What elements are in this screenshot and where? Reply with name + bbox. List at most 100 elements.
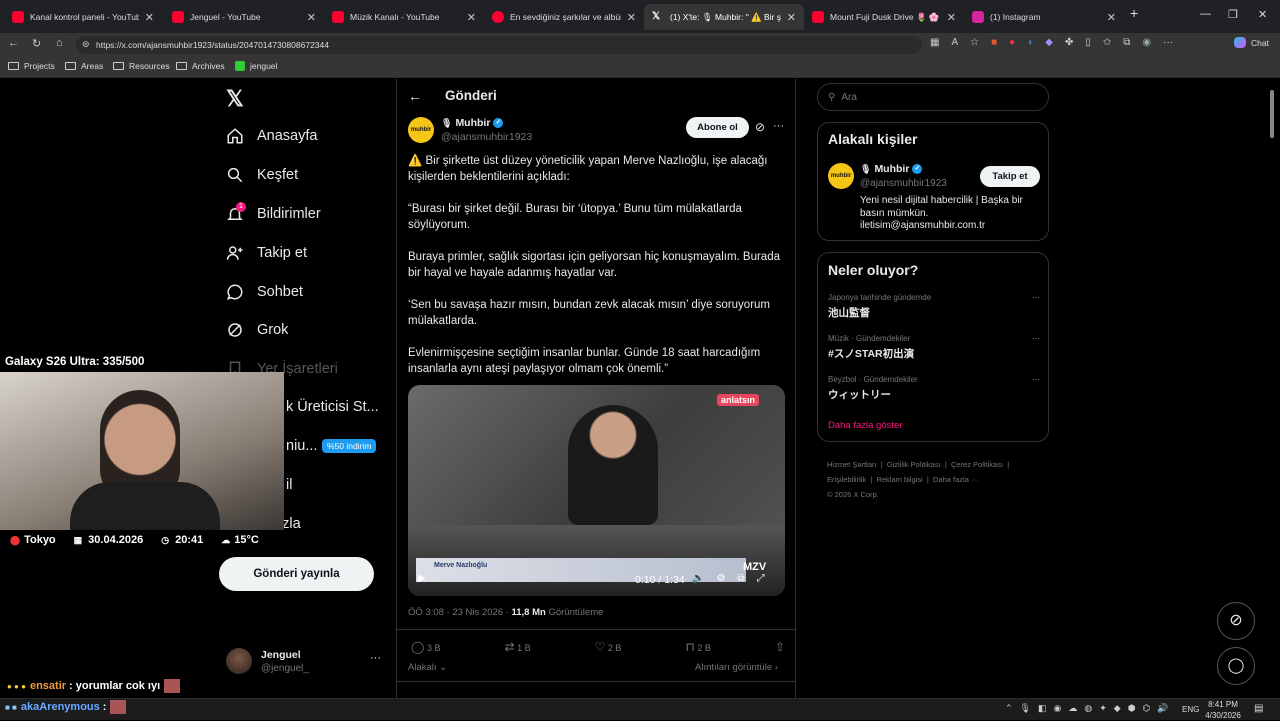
sidebar-item-grok[interactable]: Grok: [226, 321, 288, 339]
author-name[interactable]: 🎙 Muhbir ✓: [441, 117, 504, 129]
settings-gear-icon[interactable]: ⚙: [716, 573, 725, 584]
grok-icon[interactable]: ⊘: [755, 120, 765, 134]
close-icon[interactable]: ✕: [145, 11, 154, 24]
profile-avatar[interactable]: ◉: [1142, 37, 1151, 48]
sidebar-item-premium[interactable]: niu...: [286, 438, 317, 454]
more-icon[interactable]: ···: [1032, 375, 1040, 384]
related-avatar[interactable]: muhbir: [828, 163, 854, 189]
split-screen-icon[interactable]: ▯: [1085, 37, 1091, 48]
footer-link[interactable]: Çerez Politikası: [951, 460, 1003, 469]
bookmark-projects[interactable]: Projects: [8, 61, 55, 71]
search-box[interactable]: ⚲ Ara: [817, 83, 1049, 111]
close-icon[interactable]: ✕: [787, 11, 796, 24]
more-icon[interactable]: ···: [370, 652, 381, 664]
bookmark-resources[interactable]: Resources: [113, 61, 170, 71]
site-info-icon[interactable]: ⊜: [82, 39, 90, 50]
post-button[interactable]: Gönderi yayınla: [219, 557, 374, 591]
show-more-link[interactable]: Daha fazla göster: [828, 420, 902, 431]
trend-item[interactable]: Japonya tarihinde gündemde 池山監督 ···: [828, 293, 1040, 323]
more-icon[interactable]: ···: [1032, 293, 1040, 302]
sidebar-item-creator-studio[interactable]: k Üreticisi St...: [286, 399, 379, 415]
favorite-star-icon[interactable]: ☆: [970, 37, 979, 48]
bookmark-jenguel[interactable]: jenguel: [235, 61, 277, 71]
tab-6[interactable]: Mount Fuji Dusk Drive 🌷 🌸 / 8K ✕: [804, 4, 964, 30]
copilot-chat-button[interactable]: Chat: [1234, 37, 1269, 48]
home-icon[interactable]: ⌂: [56, 37, 63, 49]
sidebar-item-chat[interactable]: Sohbet: [226, 283, 303, 301]
related-name[interactable]: 🎙 Muhbir ✓: [860, 163, 923, 175]
read-aloud-icon[interactable]: A: [951, 37, 958, 48]
follow-button[interactable]: Takip et: [980, 166, 1040, 187]
language-indicator[interactable]: ENG: [1182, 705, 1199, 714]
fullscreen-icon[interactable]: ⤢: [757, 573, 765, 584]
system-clock[interactable]: 8:41 PM 4/30/2026: [1203, 699, 1243, 721]
back-icon[interactable]: ←: [8, 37, 19, 49]
close-window-button[interactable]: ✕: [1258, 8, 1267, 21]
network-icon[interactable]: ⌬: [1143, 703, 1151, 714]
account-switcher[interactable]: Jenguel @jenguel_ ···: [226, 648, 386, 680]
app-tray-icon[interactable]: ◧: [1038, 703, 1047, 714]
tab-7[interactable]: (1) Instagram ✕: [964, 4, 1124, 30]
close-icon[interactable]: ✕: [627, 11, 636, 24]
close-icon[interactable]: ✕: [467, 11, 476, 24]
view-quotes-link[interactable]: Alıntıları görüntüle ›: [695, 662, 778, 673]
microphone-icon[interactable]: 🎙: [1020, 703, 1031, 714]
author-avatar[interactable]: muhbir: [408, 117, 434, 143]
like-button[interactable]: ♡ 2 B: [595, 640, 622, 654]
app-tray-icon[interactable]: ◆: [1114, 703, 1121, 714]
extensions-puzzle-icon[interactable]: ✤: [1065, 37, 1073, 48]
bookmark-areas[interactable]: Areas: [65, 61, 103, 71]
post-timestamp[interactable]: ÖÖ 3:08 · 23 Nis 2026 ·: [408, 607, 509, 618]
tab-4[interactable]: En sevdiğiniz şarkılar ve albümleri ✕: [484, 4, 644, 30]
minimize-button[interactable]: —: [1200, 8, 1211, 20]
related-email[interactable]: iletisim@ajansmuhbir.com.tr: [860, 220, 985, 231]
new-tab-button[interactable]: +: [1130, 5, 1138, 21]
bookmark-archives[interactable]: Archives: [176, 61, 225, 71]
favorites-icon[interactable]: ✩: [1103, 37, 1111, 48]
x-logo-icon[interactable]: 𝕏: [226, 86, 244, 112]
video-player[interactable]: anlatsın Merve Nazlıoğlu MZV ▶ 0:10 / 1:…: [408, 385, 785, 596]
footer-link[interactable]: Erişilebilirlik: [827, 475, 866, 484]
extension-icon[interactable]: ■: [991, 37, 997, 48]
related-handle[interactable]: @ajansmuhbir1923: [860, 178, 947, 189]
app-tray-icon[interactable]: ✦: [1099, 703, 1107, 714]
tab-3[interactable]: Müzik Kanalı - YouTube ✕: [324, 4, 484, 30]
url-field[interactable]: https://x.com/ajansmuhbir1923/status/204…: [76, 36, 922, 54]
bookmark-button[interactable]: ⊓ 2 B: [685, 640, 710, 654]
sidebar-item-profile[interactable]: il: [286, 477, 292, 493]
tab-1[interactable]: Kanal kontrol paneli - YouTube St ✕: [4, 4, 162, 30]
footer-link[interactable]: Gizlilik Politikası: [887, 460, 941, 469]
share-button[interactable]: ⇧: [775, 640, 785, 654]
close-icon[interactable]: ✕: [1107, 11, 1116, 24]
back-arrow-icon[interactable]: ←: [408, 88, 422, 104]
author-handle[interactable]: @ajansmuhbir1923: [441, 131, 532, 143]
tray-chevron-icon[interactable]: ⌃: [1005, 703, 1013, 714]
sidebar-item-explore[interactable]: Keşfet: [226, 166, 298, 184]
close-icon[interactable]: ✕: [307, 11, 316, 24]
related-dropdown[interactable]: Alakalı ⌄: [408, 662, 447, 673]
tab-2[interactable]: Jenguel - YouTube ✕: [164, 4, 324, 30]
repost-button[interactable]: ⇄ 1 B: [505, 640, 531, 654]
sidebar-item-home[interactable]: Anasayfa: [226, 127, 317, 145]
cloud-icon[interactable]: ☁: [1068, 703, 1077, 714]
volume-icon[interactable]: 🔊: [1157, 703, 1168, 714]
close-icon[interactable]: ✕: [947, 11, 956, 24]
messages-fab-icon[interactable]: ◯: [1217, 647, 1255, 685]
reload-icon[interactable]: ↻: [32, 37, 41, 50]
extension-icon[interactable]: ●: [1009, 37, 1015, 48]
more-icon[interactable]: ···: [1032, 334, 1040, 343]
subscribe-button[interactable]: Abone ol: [686, 117, 749, 138]
trend-item[interactable]: Müzik · Gündemdekiler #スノSTAR初出演 ···: [828, 334, 1040, 364]
app-icon[interactable]: ▦: [930, 37, 939, 48]
grok-fab-icon[interactable]: ⊘: [1217, 602, 1255, 640]
tab-5-active[interactable]: 𝕏 (1) X'te: 🎙 Muhbir: " ⚠️ Bir şirkette ✕: [644, 4, 804, 30]
play-icon[interactable]: ▶: [418, 573, 426, 584]
maximize-button[interactable]: ❐: [1228, 8, 1238, 21]
volume-icon[interactable]: 🔈: [692, 573, 704, 584]
reply-button[interactable]: ◯ 3 B: [411, 640, 440, 654]
app-tray-icon[interactable]: ⬢: [1128, 703, 1136, 714]
extension-icon[interactable]: ◆: [1045, 37, 1053, 48]
more-icon[interactable]: ···: [773, 120, 784, 132]
pip-icon[interactable]: ⧉: [737, 573, 744, 584]
notification-center-icon[interactable]: ▤: [1254, 703, 1263, 714]
